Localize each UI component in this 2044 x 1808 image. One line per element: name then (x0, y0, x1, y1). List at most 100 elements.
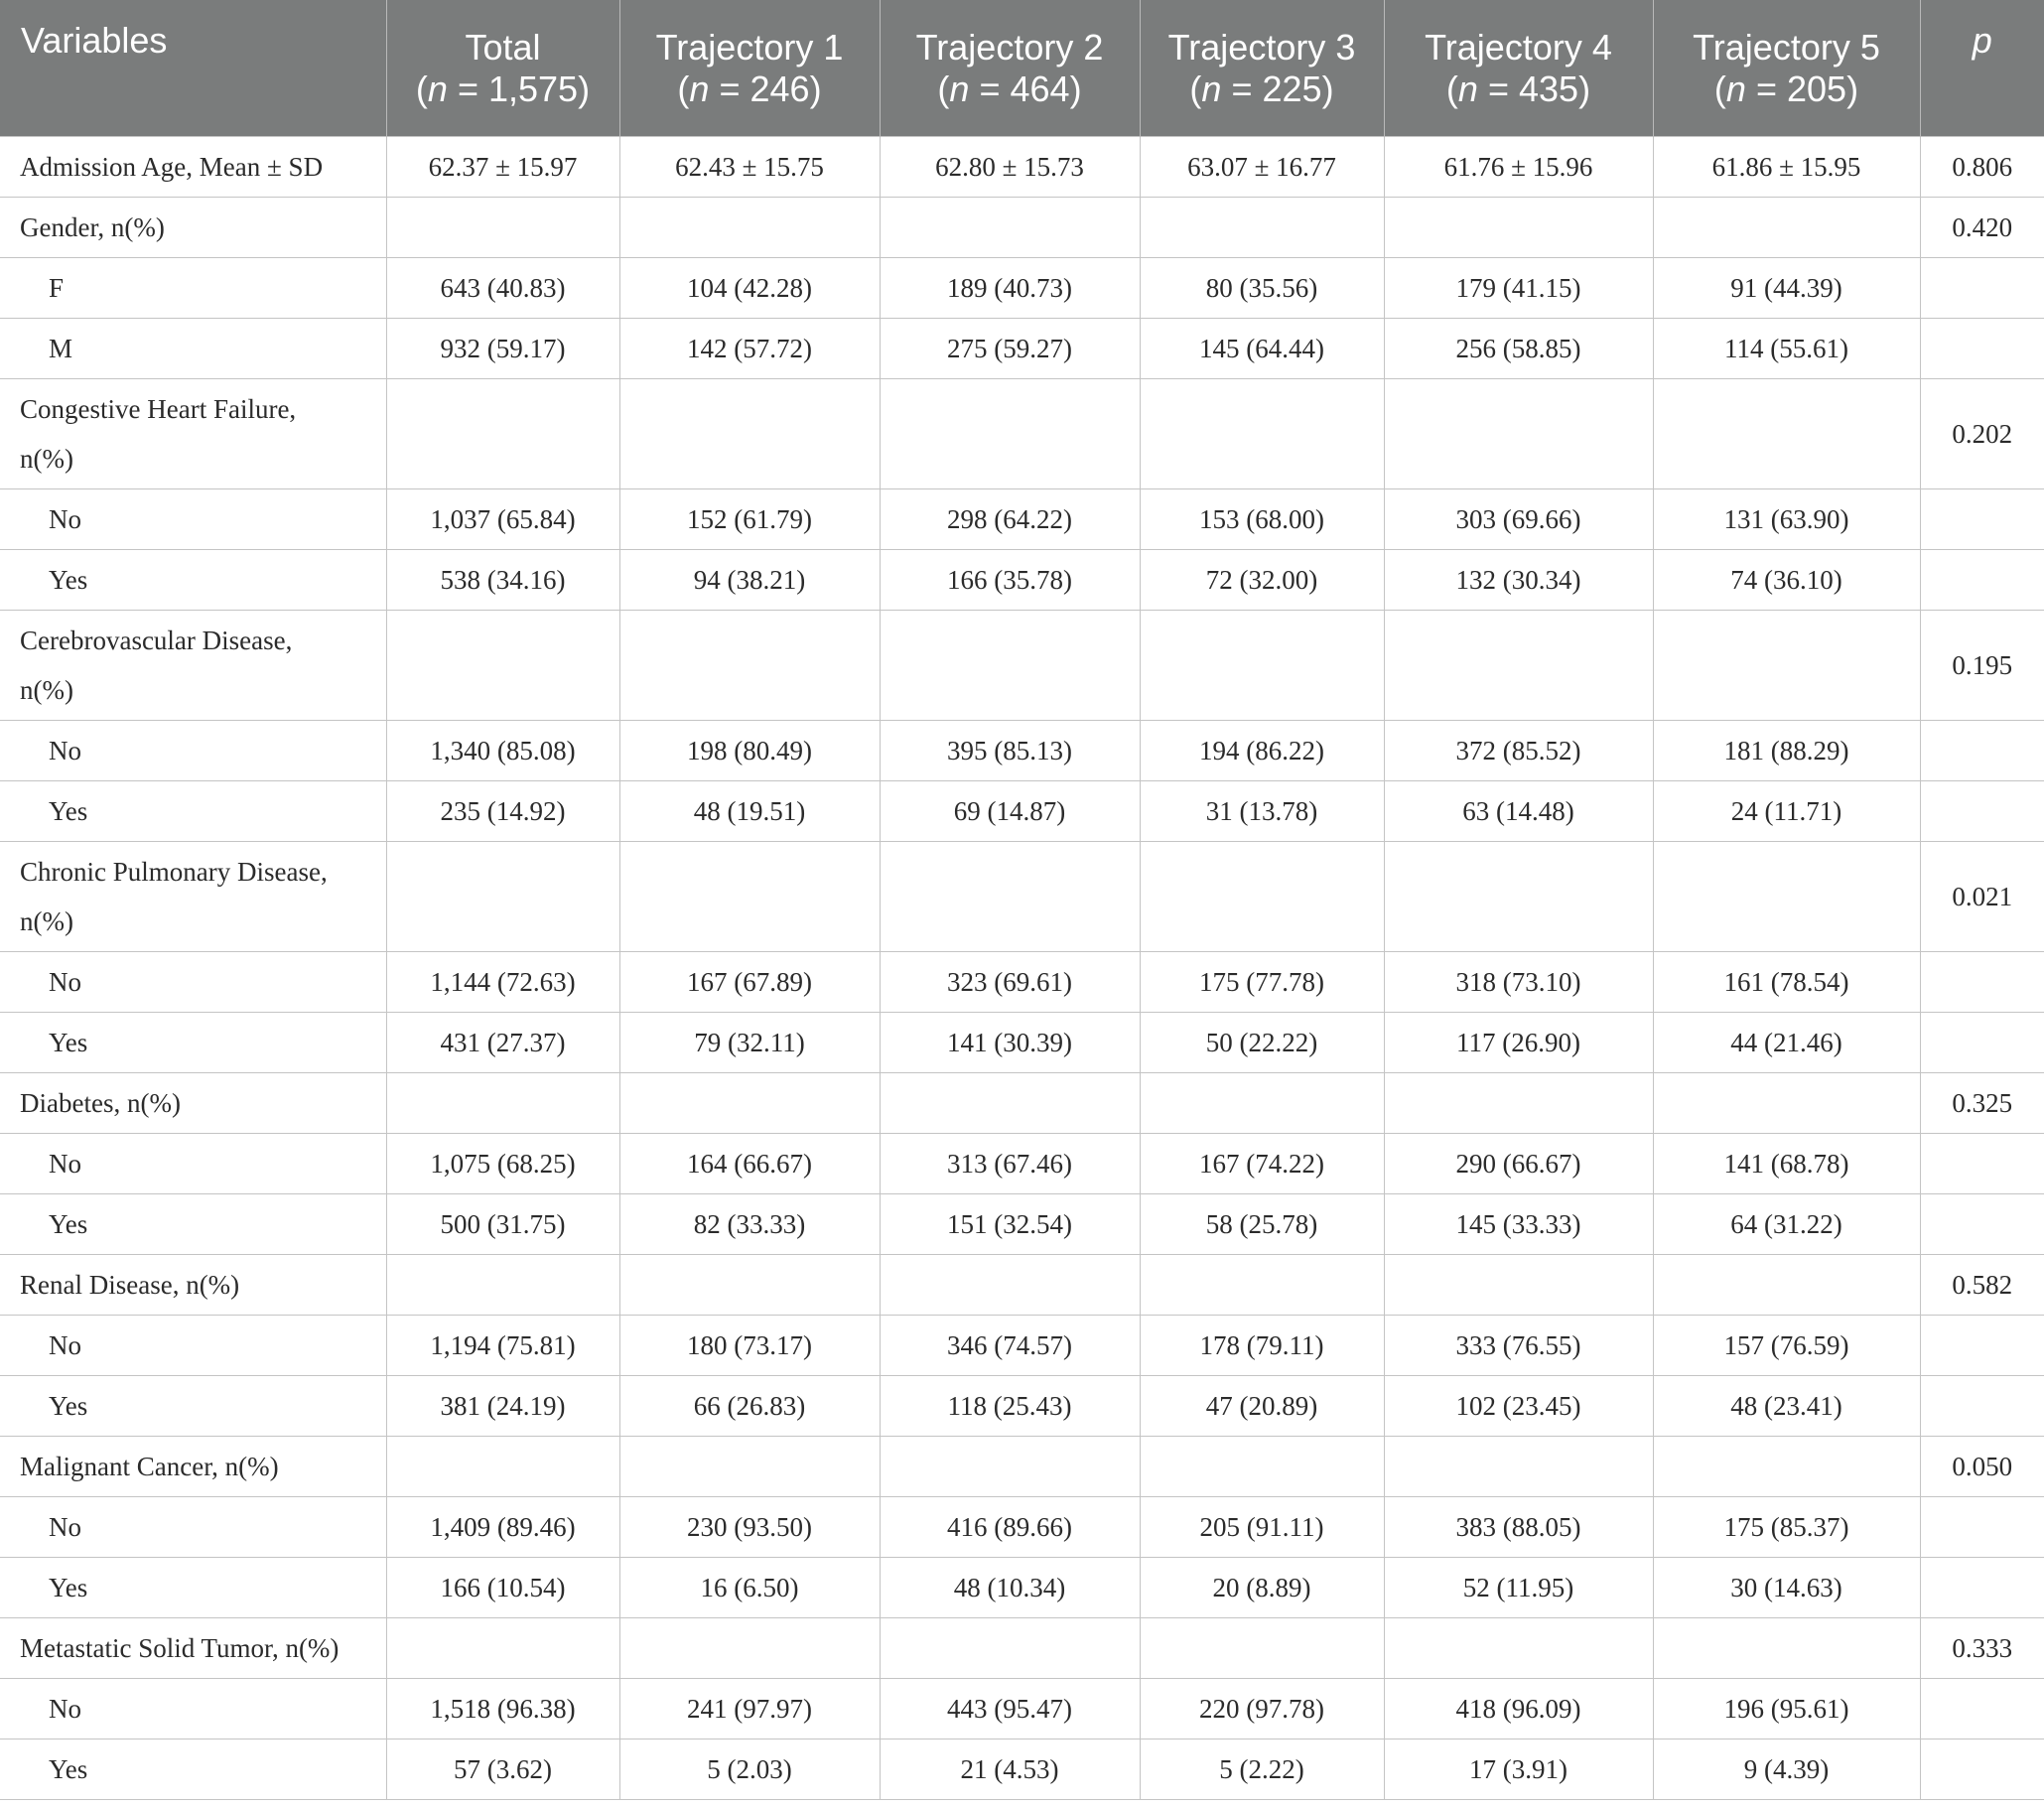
header-trajectory-1-n: (n = 246) (628, 69, 872, 110)
variable-label-cell: F (0, 257, 387, 319)
trajectory-1-cell: 5 (2.03) (618, 1738, 881, 1800)
n-symbol: n (427, 68, 448, 109)
trajectory-5-cell: 114 (55.61) (1652, 318, 1921, 379)
trajectory-5-cell (1652, 1072, 1921, 1134)
total-cell (385, 1617, 620, 1679)
trajectory-3-cell: 167 (74.22) (1139, 1133, 1385, 1194)
total-cell: 932 (59.17) (385, 318, 620, 379)
paren-close: ) (1321, 68, 1334, 109)
total-cell (385, 197, 620, 258)
trajectory-4-cell: 303 (69.66) (1383, 488, 1654, 550)
p-value-cell (1919, 1375, 2044, 1437)
table-row: Admission Age, Mean ± SD 62.37 ± 15.97 62.… (0, 136, 2044, 198)
total-cell: 1,075 (68.25) (385, 1133, 620, 1194)
trajectory-5-cell (1652, 1617, 1921, 1679)
header-trajectory-2-n: (n = 464) (888, 69, 1132, 110)
total-cell: 235 (14.92) (385, 780, 620, 842)
table-row: Chronic Pulmonary Disease, n(%) 0.021 (0, 841, 2044, 952)
trajectory-5-cell: 24 (11.71) (1652, 780, 1921, 842)
trajectory-1-cell (618, 1617, 881, 1679)
n-symbol: n (689, 68, 710, 109)
variable-label-cell: Diabetes, n(%) (0, 1072, 387, 1134)
header-total-n: (n = 1,575) (395, 69, 612, 110)
header-trajectory-4-label: Trajectory 4 (1425, 26, 1612, 68)
n-value: 435 (1518, 68, 1579, 109)
equals: = (709, 68, 750, 109)
trajectory-4-cell: 418 (96.09) (1383, 1678, 1654, 1739)
trajectory-3-cell: 47 (20.89) (1139, 1375, 1385, 1437)
trajectory-5-cell: 61.86 ± 15.95 (1652, 136, 1921, 198)
table-row: Yes 538 (34.16) 94 (38.21) 166 (35.78) 72 (3… (0, 549, 2044, 611)
table-row: M 932 (59.17) 142 (57.72) 275 (59.27) 145 (6… (0, 318, 2044, 379)
trajectory-3-cell (1139, 610, 1385, 721)
table-row: No 1,194 (75.81) 180 (73.17) 346 (74.57) 178… (0, 1315, 2044, 1376)
p-value-cell: 0.333 (1919, 1617, 2044, 1679)
variable-label-cell: Congestive Heart Failure, n(%) (0, 378, 387, 489)
table-row: No 1,518 (96.38) 241 (97.97) 443 (95.47) 220… (0, 1678, 2044, 1739)
total-cell (385, 1072, 620, 1134)
trajectory-3-cell: 63.07 ± 16.77 (1139, 136, 1385, 198)
trajectory-5-cell: 30 (14.63) (1652, 1557, 1921, 1618)
equals: = (1745, 68, 1787, 109)
total-cell: 1,144 (72.63) (385, 951, 620, 1013)
trajectory-4-cell: 132 (30.34) (1383, 549, 1654, 611)
trajectory-1-cell (618, 378, 881, 489)
variable-label-cell: No (0, 1678, 387, 1739)
variable-label-cell: Malignant Cancer, n(%) (0, 1436, 387, 1497)
trajectory-5-cell: 44 (21.46) (1652, 1012, 1921, 1073)
trajectory-2-cell: 48 (10.34) (879, 1557, 1141, 1618)
equals: = (1477, 68, 1519, 109)
total-cell: 538 (34.16) (385, 549, 620, 611)
table-row: F 643 (40.83) 104 (42.28) 189 (40.73) 80 (35… (0, 257, 2044, 319)
trajectory-5-cell: 64 (31.22) (1652, 1193, 1921, 1255)
table-row: Yes 166 (10.54) 16 (6.50) 48 (10.34) 20 (8.8… (0, 1557, 2044, 1618)
variable-label-cell: Yes (0, 1012, 387, 1073)
variable-label-line-2: n(%) (20, 675, 73, 705)
trajectory-5-cell: 196 (95.61) (1652, 1678, 1921, 1739)
equals: = (1221, 68, 1263, 109)
baseline-characteristics-table: Variables Total (n = 1,575) Trajectory 1… (0, 0, 2044, 1800)
trajectory-4-cell: 318 (73.10) (1383, 951, 1654, 1013)
trajectory-2-cell: 416 (89.66) (879, 1496, 1141, 1558)
trajectory-4-cell: 290 (66.67) (1383, 1133, 1654, 1194)
trajectory-1-cell (618, 1436, 881, 1497)
variable-label-cell: Yes (0, 1193, 387, 1255)
trajectory-5-cell: 181 (88.29) (1652, 720, 1921, 781)
header-variables: Variables (0, 0, 386, 137)
n-symbol: n (949, 68, 970, 109)
trajectory-2-cell (879, 1072, 1141, 1134)
header-trajectory-3-n: (n = 225) (1149, 69, 1376, 110)
p-value-cell (1919, 549, 2044, 611)
trajectory-2-cell: 298 (64.22) (879, 488, 1141, 550)
table-row: No 1,075 (68.25) 164 (66.67) 313 (67.46) 167… (0, 1133, 2044, 1194)
table-row: Yes 381 (24.19) 66 (26.83) 118 (25.43) 47 (2… (0, 1375, 2044, 1437)
trajectory-3-cell (1139, 1072, 1385, 1134)
p-value-cell: 0.050 (1919, 1436, 2044, 1497)
p-value-cell (1919, 1678, 2044, 1739)
total-cell (385, 1436, 620, 1497)
variable-label-cell: Chronic Pulmonary Disease, n(%) (0, 841, 387, 952)
total-cell: 643 (40.83) (385, 257, 620, 319)
trajectory-2-cell (879, 1617, 1141, 1679)
total-cell: 62.37 ± 15.97 (385, 136, 620, 198)
trajectory-3-cell (1139, 841, 1385, 952)
variable-label-cell: No (0, 1315, 387, 1376)
p-value-cell (1919, 1557, 2044, 1618)
table-row: No 1,144 (72.63) 167 (67.89) 323 (69.61) 175… (0, 951, 2044, 1013)
table-body: Admission Age, Mean ± SD 62.37 ± 15.97 62.… (0, 136, 2044, 1800)
variable-label-cell: Cerebrovascular Disease, n(%) (0, 610, 387, 721)
trajectory-3-cell: 80 (35.56) (1139, 257, 1385, 319)
trajectory-1-cell: 230 (93.50) (618, 1496, 881, 1558)
paren-close: ) (1846, 68, 1859, 109)
trajectory-2-cell (879, 610, 1141, 721)
variable-label-line-1: Cerebrovascular Disease, (20, 626, 293, 655)
p-value-cell (1919, 720, 2044, 781)
table-row: No 1,409 (89.46) 230 (93.50) 416 (89.66) 205… (0, 1496, 2044, 1558)
total-cell: 1,340 (85.08) (385, 720, 620, 781)
p-value-cell: 0.420 (1919, 197, 2044, 258)
trajectory-1-cell: 241 (97.97) (618, 1678, 881, 1739)
trajectory-3-cell (1139, 1436, 1385, 1497)
table-row: Gender, n(%) 0.420 (0, 197, 2044, 258)
n-value: 246 (749, 68, 810, 109)
total-cell: 1,037 (65.84) (385, 488, 620, 550)
